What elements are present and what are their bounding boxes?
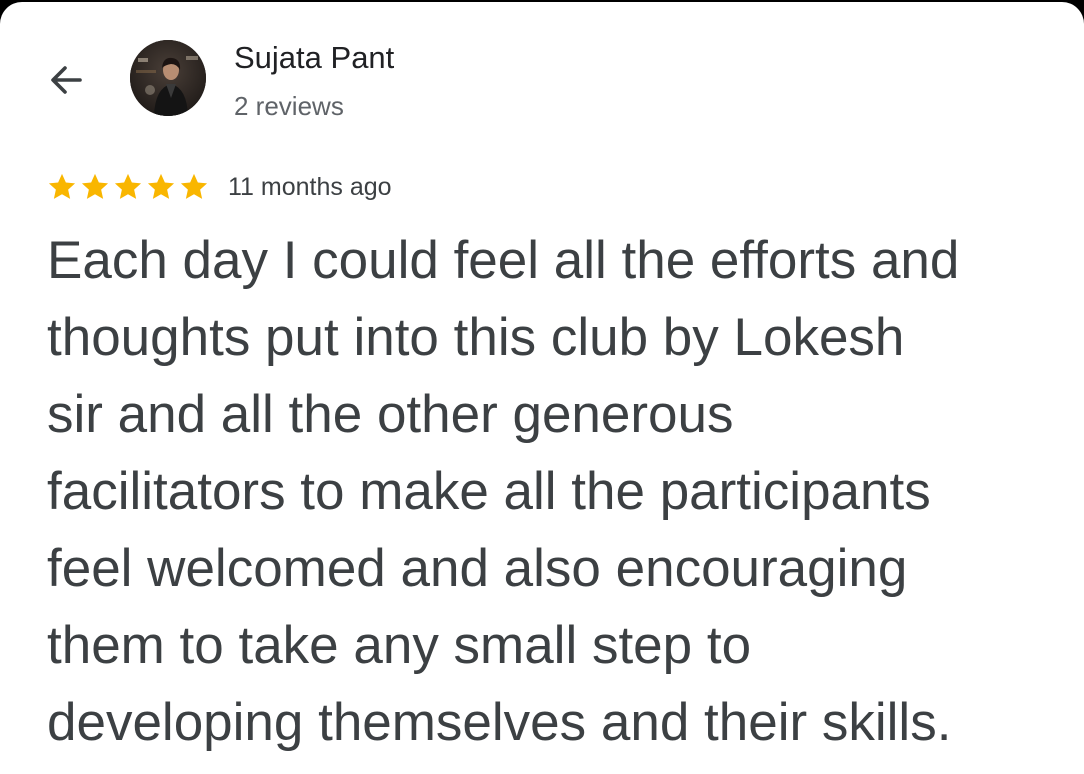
star-rating [46, 171, 210, 203]
avatar[interactable] [130, 40, 206, 116]
rating-row: 11 months ago [46, 168, 392, 206]
review-text-line: Each day I could feel all the efforts an… [47, 231, 960, 290]
profile-photo [130, 40, 206, 116]
review-count: 2 reviews [234, 91, 344, 121]
screen: Sujata Pant 2 reviews 11 months ago Each… [0, 0, 1084, 774]
star-icon [180, 173, 208, 199]
star-icon [147, 173, 175, 199]
review-card: Sujata Pant 2 reviews 11 months ago Each… [0, 2, 1084, 774]
review-text-line: feel welcomed and also encouraging [47, 539, 908, 598]
review-text-line: facilitators to make all the participant… [47, 462, 931, 521]
review-text-line: developing themselves and their skills. [47, 693, 952, 752]
star-icon [114, 173, 142, 199]
review-text-line: sir and all the other generous [47, 385, 734, 444]
review-date: 11 months ago [228, 172, 392, 201]
back-button[interactable] [42, 56, 90, 104]
reviewer-name[interactable]: Sujata Pant [234, 40, 394, 76]
review-text: Each day I could feel all the efforts an… [47, 222, 1057, 761]
star-icon [48, 173, 76, 199]
star-icon [81, 173, 109, 199]
review-text-line: thoughts put into this club by Lokesh [47, 308, 905, 367]
arrow-left-icon [51, 66, 82, 94]
review-text-line: them to take any small step to [47, 616, 752, 675]
